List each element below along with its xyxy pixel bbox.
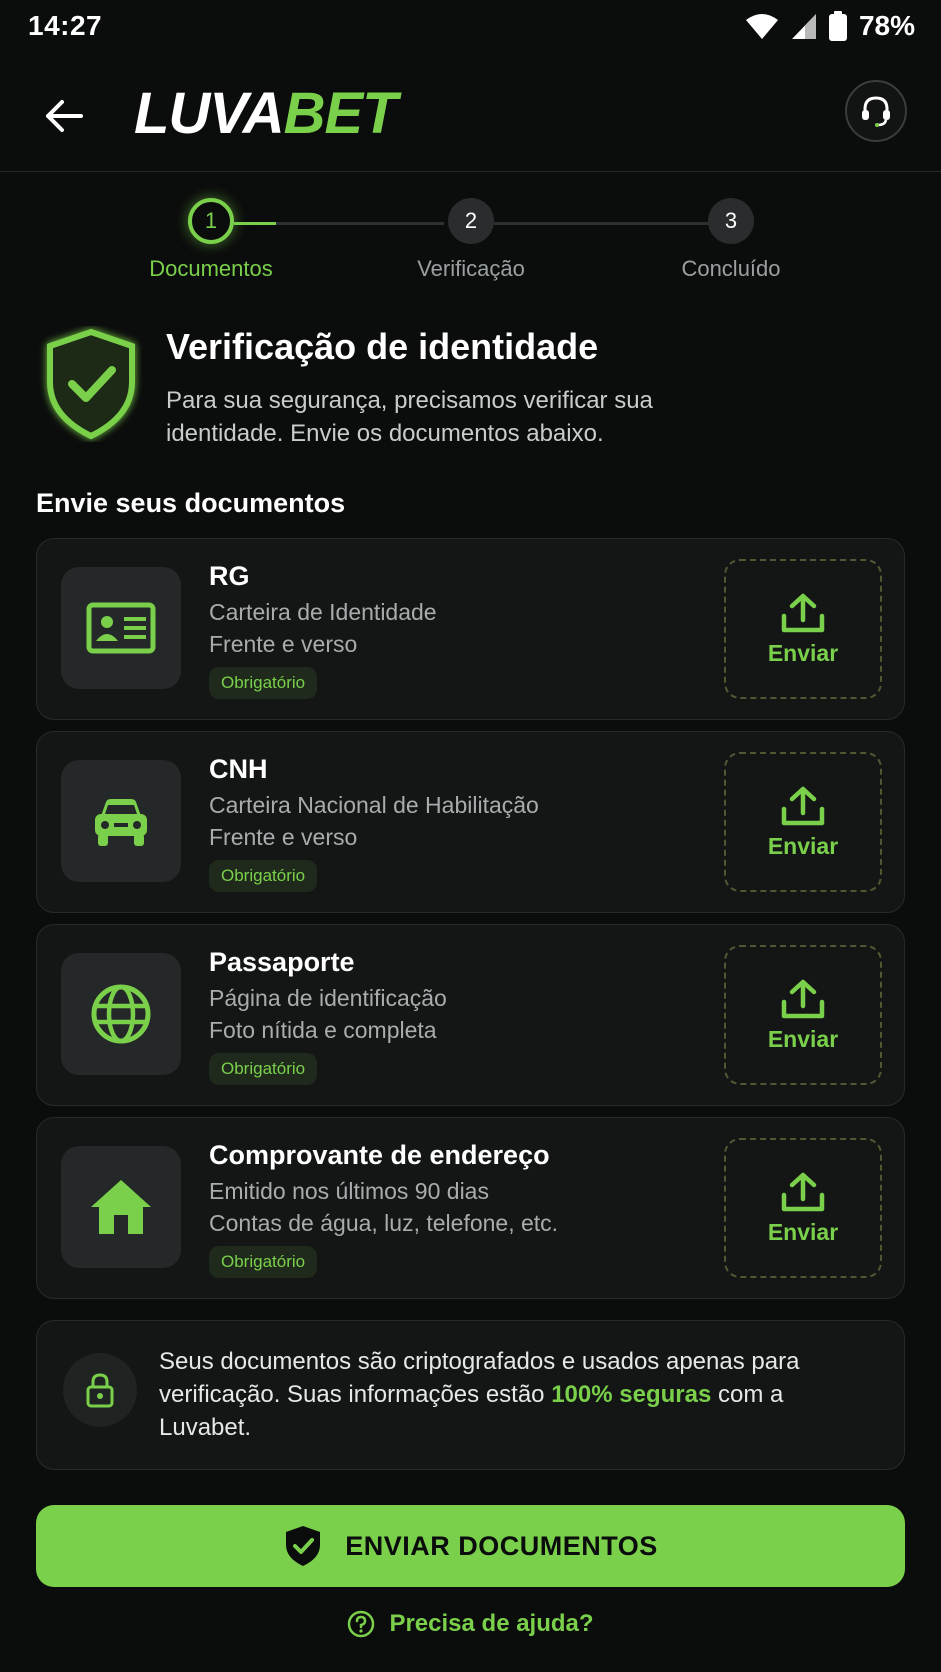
support-button[interactable] bbox=[845, 80, 907, 142]
lock-icon bbox=[86, 1373, 114, 1408]
step-1-label: Documentos bbox=[149, 256, 273, 281]
upload-button-comprovante[interactable]: Enviar bbox=[724, 1138, 882, 1278]
submit-documents-button[interactable]: ENVIAR DOCUMENTOS bbox=[36, 1505, 905, 1587]
page-title: Verificação de identidade bbox=[166, 326, 599, 367]
status-bar: 14:27 78% bbox=[0, 0, 941, 56]
logo-text-luva: LUVA bbox=[134, 81, 285, 146]
security-text: Seus documentos são criptografados e usa… bbox=[159, 1345, 859, 1444]
submit-button-label: ENVIAR DOCUMENTOS bbox=[345, 1530, 658, 1561]
app-header: LUVABET bbox=[0, 56, 941, 172]
upload-icon bbox=[781, 786, 825, 825]
lock-icon-container bbox=[63, 1353, 137, 1427]
document-card-rg: RG Carteira de Identidade Frente e verso… bbox=[36, 538, 905, 720]
step-2-label: Verificação bbox=[417, 256, 525, 281]
id-card-icon bbox=[86, 602, 156, 654]
upload-button-cnh[interactable]: Enviar bbox=[724, 752, 882, 892]
step-connector-1 bbox=[276, 222, 444, 225]
document-subtitle: Página de identificação bbox=[209, 985, 447, 1011]
document-title: RG bbox=[209, 561, 250, 591]
upload-label: Enviar bbox=[767, 1218, 839, 1245]
required-badge: Obrigatório bbox=[209, 667, 318, 699]
help-link[interactable]: Precisa de ajuda? bbox=[0, 1610, 941, 1638]
document-icon-box bbox=[61, 1146, 181, 1268]
document-detail: Frente e verso bbox=[209, 631, 358, 657]
car-icon bbox=[95, 799, 147, 846]
upload-label: Enviar bbox=[767, 832, 839, 859]
step-3-circle: 3 bbox=[708, 198, 754, 244]
upload-icon bbox=[781, 979, 825, 1018]
back-button[interactable] bbox=[36, 88, 92, 144]
upload-button-rg[interactable]: Enviar bbox=[724, 559, 882, 699]
battery-icon bbox=[828, 11, 847, 41]
document-subtitle: Emitido nos últimos 90 dias bbox=[209, 1178, 489, 1204]
step-3-label: Concluído bbox=[681, 256, 781, 281]
document-title: Comprovante de endereço bbox=[209, 1140, 550, 1170]
document-card-passaporte: Passaporte Página de identificação Foto … bbox=[36, 924, 905, 1106]
headset-icon bbox=[862, 96, 890, 127]
document-card-comprovante: Comprovante de endereço Emitido nos últi… bbox=[36, 1117, 905, 1299]
shield-check-icon bbox=[47, 328, 135, 440]
required-badge: Obrigatório bbox=[209, 1053, 318, 1085]
wifi-icon bbox=[745, 14, 778, 39]
help-label: Precisa de ajuda? bbox=[389, 1610, 594, 1637]
document-icon-box bbox=[61, 567, 181, 689]
document-subtitle: Carteira de Identidade bbox=[209, 599, 437, 625]
luvabet-logo: LUVABET bbox=[134, 80, 398, 148]
document-detail: Frente e verso bbox=[209, 824, 358, 850]
status-icons: 78% bbox=[745, 10, 915, 42]
step-1-circle: 1 bbox=[188, 198, 234, 244]
security-highlight: 100% seguras bbox=[551, 1381, 712, 1408]
home-icon bbox=[91, 1180, 151, 1234]
upload-icon bbox=[781, 593, 825, 632]
document-icon-box bbox=[61, 760, 181, 882]
document-card-cnh: CNH Carteira Nacional de Habilitação Fre… bbox=[36, 731, 905, 913]
document-icon-box bbox=[61, 953, 181, 1075]
shield-check-icon bbox=[286, 1526, 321, 1566]
page-description: Para sua segurança, precisamos verificar… bbox=[166, 387, 653, 447]
step-connector-2 bbox=[494, 222, 710, 225]
status-time: 14:27 bbox=[28, 10, 103, 41]
upload-button-passaporte[interactable]: Enviar bbox=[724, 945, 882, 1085]
step-connector-1-active bbox=[234, 222, 276, 225]
upload-label: Enviar bbox=[767, 1025, 839, 1052]
required-badge: Obrigatório bbox=[209, 860, 318, 892]
signal-icon bbox=[791, 14, 816, 39]
logo-text-bet: BET bbox=[283, 81, 398, 146]
upload-label: Enviar bbox=[767, 639, 839, 666]
required-badge: Obrigatório bbox=[209, 1246, 318, 1278]
document-title: Passaporte bbox=[209, 947, 355, 977]
globe-icon bbox=[91, 984, 151, 1044]
document-detail: Contas de água, luz, telefone, etc. bbox=[209, 1210, 559, 1236]
security-notice: Seus documentos são criptografados e usa… bbox=[36, 1320, 905, 1470]
section-title: Envie seus documentos bbox=[36, 488, 346, 518]
document-detail: Foto nítida e completa bbox=[209, 1017, 437, 1043]
document-subtitle: Carteira Nacional de Habilitação bbox=[209, 792, 539, 818]
upload-icon bbox=[781, 1172, 825, 1211]
question-circle-icon bbox=[348, 1610, 375, 1638]
battery-percentage: 78% bbox=[858, 10, 915, 41]
arrow-left-icon bbox=[46, 100, 83, 132]
step-2-circle: 2 bbox=[448, 198, 494, 244]
document-title: CNH bbox=[209, 754, 268, 784]
